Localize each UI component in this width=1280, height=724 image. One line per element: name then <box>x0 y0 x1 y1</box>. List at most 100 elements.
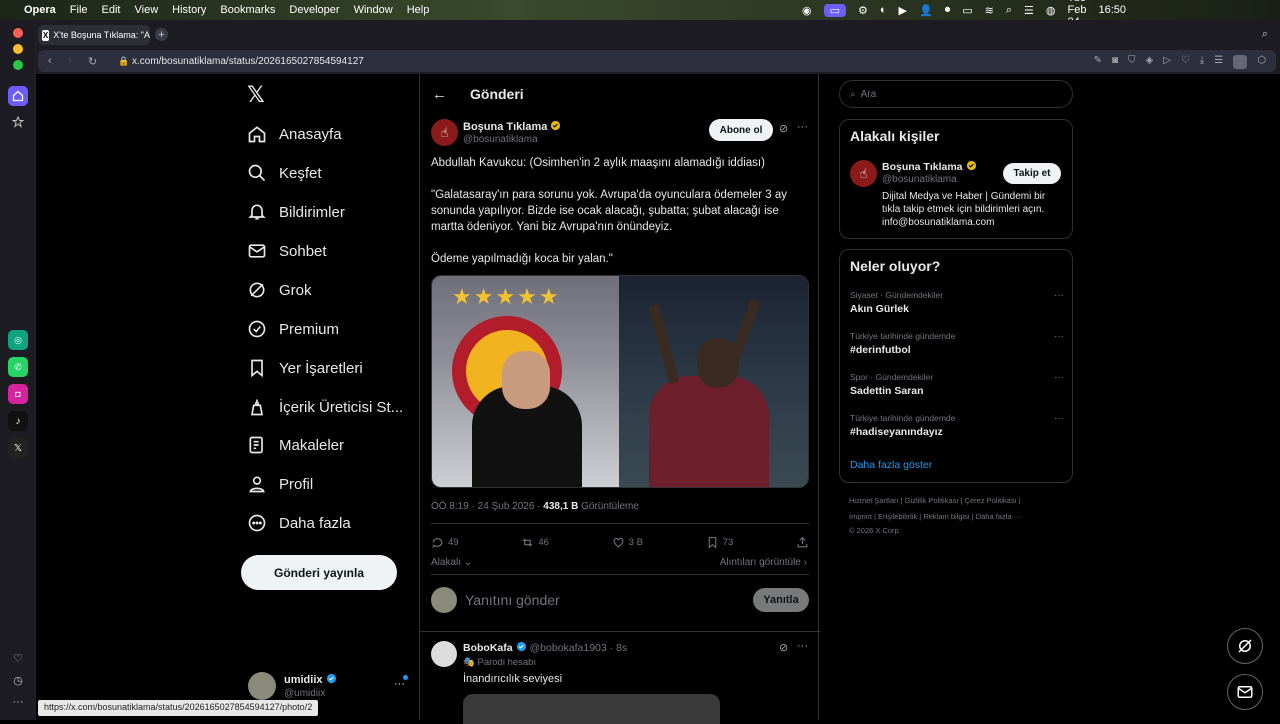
window-minimize-button[interactable] <box>13 44 23 54</box>
forward-icon[interactable]: › <box>68 55 72 67</box>
nav-grok[interactable]: Grok <box>247 275 312 305</box>
share-action[interactable] <box>796 532 809 552</box>
screen-share-icon[interactable]: ▭ <box>823 3 847 17</box>
trend-more-icon[interactable]: ··· <box>1054 372 1064 383</box>
window-zoom-button[interactable] <box>13 60 23 70</box>
more-icon[interactable]: ··· <box>8 692 28 712</box>
x-app-icon[interactable]: 𝕏 <box>8 438 28 458</box>
post-button[interactable]: Gönderi yayınla <box>241 555 397 590</box>
like-action[interactable]: 3 B <box>612 532 643 552</box>
status-icon-1[interactable]: ◉ <box>802 4 812 17</box>
menu-view[interactable]: View <box>135 4 159 16</box>
nav-creator-studio[interactable]: İçerik Üreticisi St... <box>247 392 403 422</box>
tab-search-icon[interactable]: ⌕ <box>1262 28 1268 41</box>
window-close-button[interactable] <box>13 28 23 38</box>
trend-item[interactable]: Türkiye tarihinde gündemde #hadiseyanında… <box>850 413 1064 438</box>
heart-icon[interactable]: ♡ <box>8 648 28 668</box>
author-avatar[interactable]: ☝ <box>431 119 458 146</box>
menu-help[interactable]: Help <box>407 4 430 16</box>
status-icon-3[interactable]: ◐ <box>880 4 887 16</box>
menu-edit[interactable]: Edit <box>102 4 121 16</box>
reply-author-handle[interactable]: @bobokafa1903 · 8s <box>530 642 628 654</box>
history-icon[interactable]: ◷ <box>8 670 28 690</box>
nav-profile[interactable]: Profil <box>247 469 313 499</box>
menubar-time[interactable]: 16:50 <box>1098 4 1126 16</box>
shield-icon[interactable]: ⛉ <box>1128 55 1136 69</box>
grok-fab[interactable] <box>1227 628 1263 664</box>
profile-avatar-icon[interactable] <box>1233 55 1248 69</box>
view-quotes-link[interactable]: Alıntıları görüntüle › <box>720 557 807 568</box>
trend-more-icon[interactable]: ··· <box>1054 331 1064 342</box>
footer-links-2[interactable]: Imprint | Erişilebilirlik | Reklam bilgi… <box>849 512 1021 521</box>
reply-grok-icon[interactable]: ⊘ <box>779 641 788 654</box>
post-media[interactable]: ★★★★★ <box>431 275 809 488</box>
related-name[interactable]: Boşuna Tıklama <box>882 160 977 173</box>
trend-item[interactable]: Türkiye tarihinde gündemde #derinfutbol ··… <box>850 331 1064 356</box>
messages-fab[interactable] <box>1227 674 1263 710</box>
nav-bookmarks[interactable]: Yer İşaretleri <box>247 353 363 383</box>
siri-icon[interactable]: ◍ <box>1046 4 1056 17</box>
post-photo-2[interactable] <box>619 276 808 487</box>
vpn-icon[interactable]: ◈ <box>1146 55 1154 69</box>
account-switcher[interactable]: umidiix @umidiix ··· <box>248 672 408 702</box>
bookmark-action[interactable]: 73 <box>706 532 733 552</box>
share-icon[interactable]: ✎ <box>1094 55 1102 69</box>
play-icon[interactable]: ▶ <box>899 4 907 17</box>
nav-premium[interactable]: Premium <box>247 314 339 344</box>
favorite-icon[interactable]: ♡ <box>1181 55 1190 69</box>
follow-button[interactable]: Takip et <box>1003 163 1061 184</box>
tab-active[interactable]: X X'te Boşuna Tıklama: "A <box>38 25 150 45</box>
post-photo-1[interactable]: ★★★★★ <box>432 276 619 487</box>
nav-explore[interactable]: Keşfet <box>247 158 322 188</box>
menu-window[interactable]: Window <box>354 4 393 16</box>
home-icon[interactable] <box>8 86 28 106</box>
address-bar[interactable]: ‹ › ↻ 🔒 x.com/bosunatiklama/status/20261… <box>38 50 1276 72</box>
account-menu-icon[interactable]: ··· <box>394 678 405 690</box>
reload-icon[interactable]: ↻ <box>88 55 97 68</box>
instagram-icon[interactable]: ◘ <box>8 384 28 404</box>
battery-icon[interactable]: ▭ <box>962 4 972 17</box>
back-arrow-icon[interactable]: ← <box>432 86 452 103</box>
easy-setup-icon[interactable]: ☰ <box>1214 55 1223 69</box>
chatgpt-icon[interactable]: ◎ <box>8 330 28 350</box>
trend-item[interactable]: Siyaset · Gündemdekiler Akın Gürlek ··· <box>850 290 1064 315</box>
relevant-sort[interactable]: Alakalı ⌄ <box>431 557 472 568</box>
author-handle[interactable]: @bosunatiklama <box>463 134 538 145</box>
status-icon-2[interactable]: ⚙ <box>858 4 868 17</box>
menu-history[interactable]: History <box>172 4 206 16</box>
tiktok-icon[interactable]: ♪ <box>8 411 28 431</box>
wifi-icon[interactable]: ≋ <box>985 4 994 17</box>
download-icon[interactable]: ⤓ <box>1200 55 1204 69</box>
post-timestamp[interactable]: ÖÖ 8:19 · 24 Şub 2026 · <box>431 501 541 512</box>
control-center-icon[interactable]: ☰ <box>1024 4 1034 17</box>
menu-app-name[interactable]: Opera <box>24 4 56 16</box>
spotlight-icon[interactable]: ⌕ <box>1006 4 1012 17</box>
reply-more-icon[interactable]: ··· <box>797 640 808 652</box>
menu-file[interactable]: File <box>70 4 88 16</box>
url-text[interactable]: x.com/bosunatiklama/status/2026165027854… <box>132 56 364 67</box>
extensions-icon[interactable]: ⬡ <box>1257 55 1266 69</box>
show-more-link[interactable]: Daha fazla göster <box>850 459 932 471</box>
back-icon[interactable]: ‹ <box>48 55 52 67</box>
reply-author-avatar[interactable] <box>431 641 457 667</box>
reply-button[interactable]: Yanıtla <box>753 588 809 612</box>
reply-input[interactable]: Yanıtını gönder <box>465 592 560 608</box>
nav-notifications[interactable]: Bildirimler <box>247 197 345 227</box>
trend-more-icon[interactable]: ··· <box>1054 413 1064 424</box>
whatsapp-icon[interactable]: ✆ <box>8 357 28 377</box>
pinboard-icon[interactable] <box>8 112 28 132</box>
nav-chat[interactable]: Sohbet <box>247 236 327 266</box>
user-icon[interactable]: 👤 <box>919 4 933 17</box>
repost-action[interactable]: 46 <box>521 532 549 552</box>
menu-bookmarks[interactable]: Bookmarks <box>220 4 275 16</box>
nav-more[interactable]: Daha fazla <box>247 508 351 538</box>
menu-developer[interactable]: Developer <box>289 4 339 16</box>
trend-item[interactable]: Spor · Gündemdekiler Sadettin Saran ··· <box>850 372 1064 397</box>
trend-more-icon[interactable]: ··· <box>1054 290 1064 301</box>
record-icon[interactable]: ⏺ <box>945 4 951 17</box>
author-name[interactable]: Boşuna Tıklama <box>463 120 561 133</box>
reply-action[interactable]: 49 <box>431 532 459 552</box>
footer-links-1[interactable]: Hizmet Şartları | Gizlilik Politikası | … <box>849 496 1021 505</box>
post-more-icon[interactable]: ··· <box>797 121 808 133</box>
grok-explain-icon[interactable]: ⊘ <box>779 122 788 135</box>
